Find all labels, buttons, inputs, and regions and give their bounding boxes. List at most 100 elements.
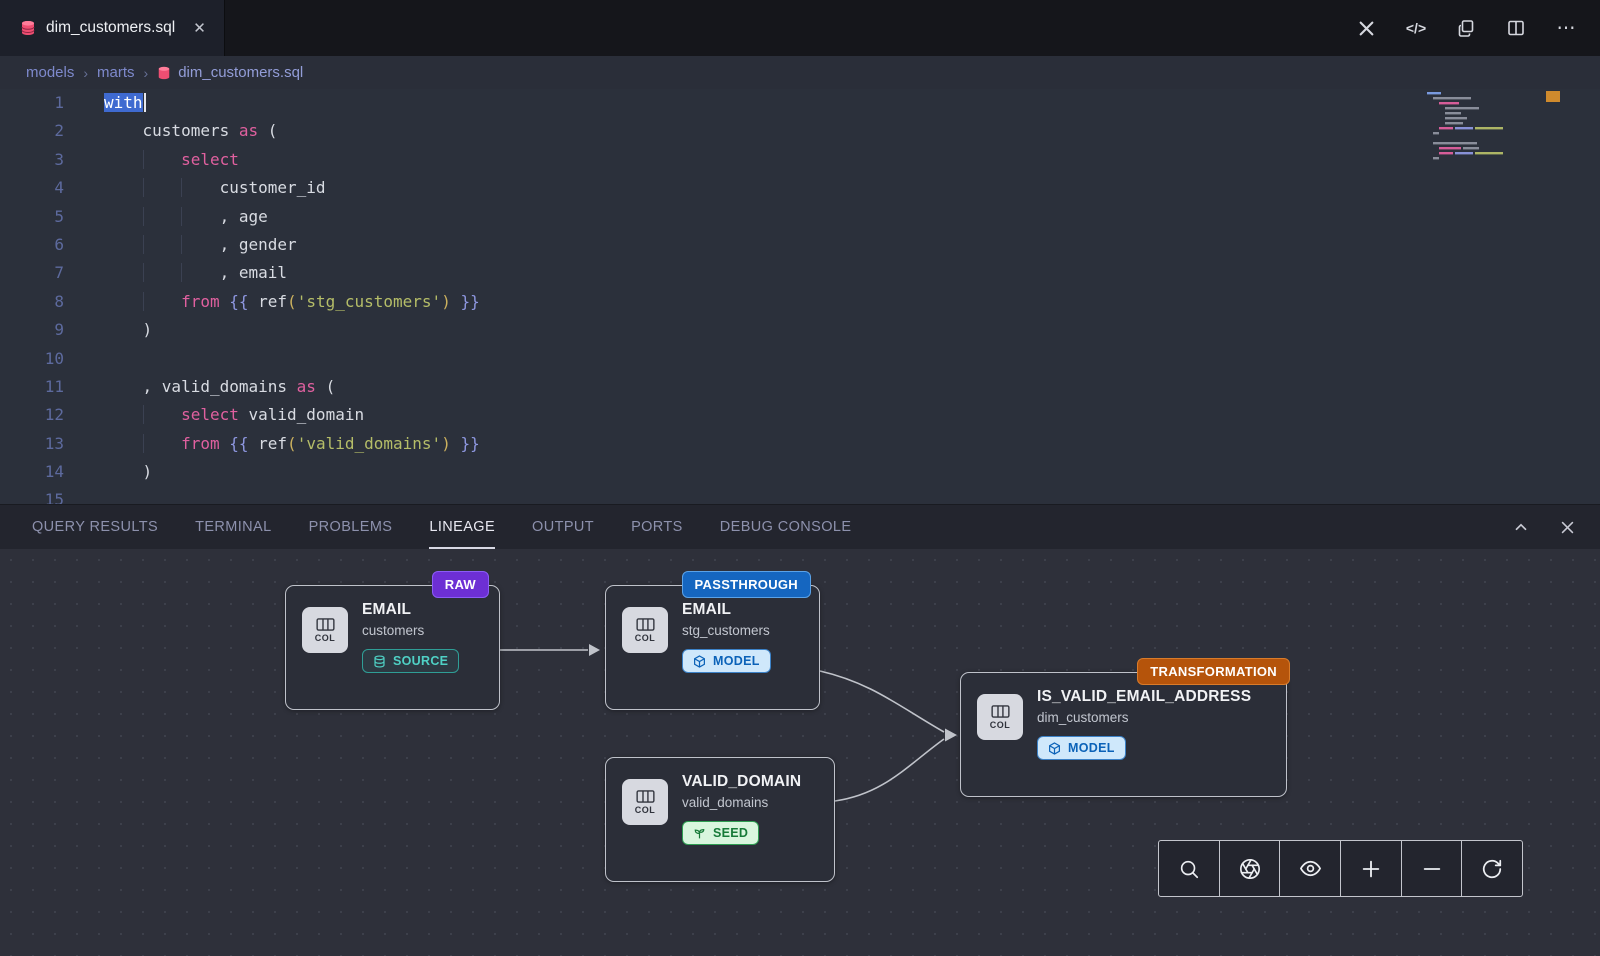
breadcrumb-item-models[interactable]: models [26,64,74,81]
line-number: 9 [0,316,64,344]
x-cross-icon[interactable] [1354,16,1378,40]
line-number: 8 [0,288,64,316]
eye-icon[interactable] [1279,841,1340,896]
line-number: 6 [0,231,64,259]
lineage-node-dim-customers[interactable]: TRANSFORMATION COL IS_VALID_EMAIL_ADDRES… [960,672,1287,797]
panel-tab-lineage[interactable]: LINEAGE [429,505,495,549]
breadcrumb-file[interactable]: dim_customers.sql [157,64,303,81]
close-panel-icon[interactable] [1556,516,1578,538]
line-number: 14 [0,458,64,486]
badge-label: MODEL [713,654,760,668]
code-line[interactable]: 1with [0,89,1600,117]
panel-tab-ports[interactable]: PORTS [631,505,683,549]
chip-label: COL [635,805,656,815]
column-chip: COL [622,779,668,825]
sprout-icon [693,827,706,840]
line-number: 15 [0,486,64,504]
panel-tab-query-results[interactable]: QUERY RESULTS [32,505,158,549]
aperture-icon[interactable] [1219,841,1280,896]
code-line[interactable]: 13 from {{ ref('valid_domains') }} [0,430,1600,458]
transformation-tag: TRANSFORMATION [1137,658,1290,685]
code-line[interactable]: 11 , valid_domains as ( [0,373,1600,401]
minimap[interactable] [1425,90,1540,175]
column-chip: COL [977,694,1023,740]
node-title: IS_VALID_EMAIL_ADDRESS [1037,688,1251,706]
search-icon[interactable] [1159,841,1219,896]
chip-label: COL [315,633,336,643]
cube-icon [1048,742,1061,755]
chevron-up-icon[interactable] [1510,516,1532,538]
app-window: dim_customers.sql ✕ </> [0,0,1600,956]
code-line[interactable]: 10 [0,345,1600,373]
node-title: EMAIL [362,601,459,619]
code-tags-icon[interactable]: </> [1404,16,1428,40]
code-line[interactable]: 12 select valid_domain [0,401,1600,429]
code-line[interactable]: 8 from {{ ref('stg_customers') }} [0,288,1600,316]
breadcrumb-item-marts[interactable]: marts [97,64,135,81]
line-number: 3 [0,146,64,174]
columns-icon [991,705,1010,718]
code-line[interactable]: 14 ) [0,458,1600,486]
code-line[interactable]: 7 , email [0,259,1600,287]
source-badge: SOURCE [362,649,459,673]
column-chip: COL [302,607,348,653]
columns-icon [316,618,335,631]
refresh-icon[interactable] [1461,841,1522,896]
editor-lines: 1with2 customers as (3 select4 customer_… [0,89,1600,504]
code-editor[interactable]: 1with2 customers as (3 select4 customer_… [0,89,1600,504]
editor-tab-bar: dim_customers.sql ✕ </> [0,0,1600,56]
breadcrumb-separator: › [144,65,149,81]
overview-ruler-marker [1546,91,1560,102]
panel-tab-problems[interactable]: PROBLEMS [309,505,393,549]
code-line[interactable]: 9 ) [0,316,1600,344]
editor-actions: </> ⋯ [1354,0,1600,56]
node-subtitle: stg_customers [682,623,771,638]
badge-label: SOURCE [393,654,448,668]
lineage-node-valid-domains[interactable]: COL VALID_DOMAIN valid_domains SEED [605,757,835,882]
node-subtitle: customers [362,623,459,638]
database-icon [373,655,386,668]
database-icon [157,66,171,80]
chip-label: COL [635,633,656,643]
zoom-in-icon[interactable] [1340,841,1401,896]
code-line[interactable]: 15 [0,486,1600,504]
code-line[interactable]: 4 customer_id [0,174,1600,202]
split-editor-icon[interactable] [1504,16,1528,40]
tab-close-icon[interactable]: ✕ [193,19,206,37]
code-line[interactable]: 2 customers as ( [0,117,1600,145]
column-chip: COL [622,607,668,653]
seed-badge: SEED [682,821,759,845]
line-number: 1 [0,89,64,117]
lineage-toolbar [1158,840,1523,897]
editor-tab-dim-customers[interactable]: dim_customers.sql ✕ [0,0,225,56]
panel-tab-bar: QUERY RESULTS TERMINAL PROBLEMS LINEAGE OUTP… [0,504,1600,549]
lineage-node-stg-customers[interactable]: PASSTHROUGH COL EMAIL stg_customers M [605,585,820,710]
model-badge: MODEL [682,649,771,673]
panel-tab-output[interactable]: OUTPUT [532,505,594,549]
copy-preview-icon[interactable] [1454,16,1478,40]
line-number: 10 [0,345,64,373]
lineage-node-customers[interactable]: RAW COL EMAIL customers SOURCE [285,585,500,710]
lineage-canvas[interactable]: RAW COL EMAIL customers SOURCE [0,549,1600,956]
cube-icon [693,655,706,668]
text-cursor [144,93,146,112]
breadcrumb-file-label: dim_customers.sql [178,64,303,81]
passthrough-tag: PASSTHROUGH [682,571,811,598]
more-actions-icon[interactable]: ⋯ [1554,16,1578,40]
code-line[interactable]: 6 , gender [0,231,1600,259]
line-number: 5 [0,203,64,231]
node-subtitle: valid_domains [682,795,801,810]
code-line[interactable]: 5 , age [0,203,1600,231]
line-number: 11 [0,373,64,401]
line-number: 4 [0,174,64,202]
node-subtitle: dim_customers [1037,710,1251,725]
columns-icon [636,790,655,803]
panel-tab-terminal[interactable]: TERMINAL [195,505,272,549]
breadcrumb-separator: › [83,65,88,81]
panel-tab-debug-console[interactable]: DEBUG CONSOLE [720,505,852,549]
breadcrumb: models › marts › dim_customers.sql [0,56,1600,89]
line-number: 7 [0,259,64,287]
zoom-out-icon[interactable] [1401,841,1462,896]
panel-tab-list: QUERY RESULTS TERMINAL PROBLEMS LINEAGE OUTP… [32,505,888,549]
code-line[interactable]: 3 select [0,146,1600,174]
